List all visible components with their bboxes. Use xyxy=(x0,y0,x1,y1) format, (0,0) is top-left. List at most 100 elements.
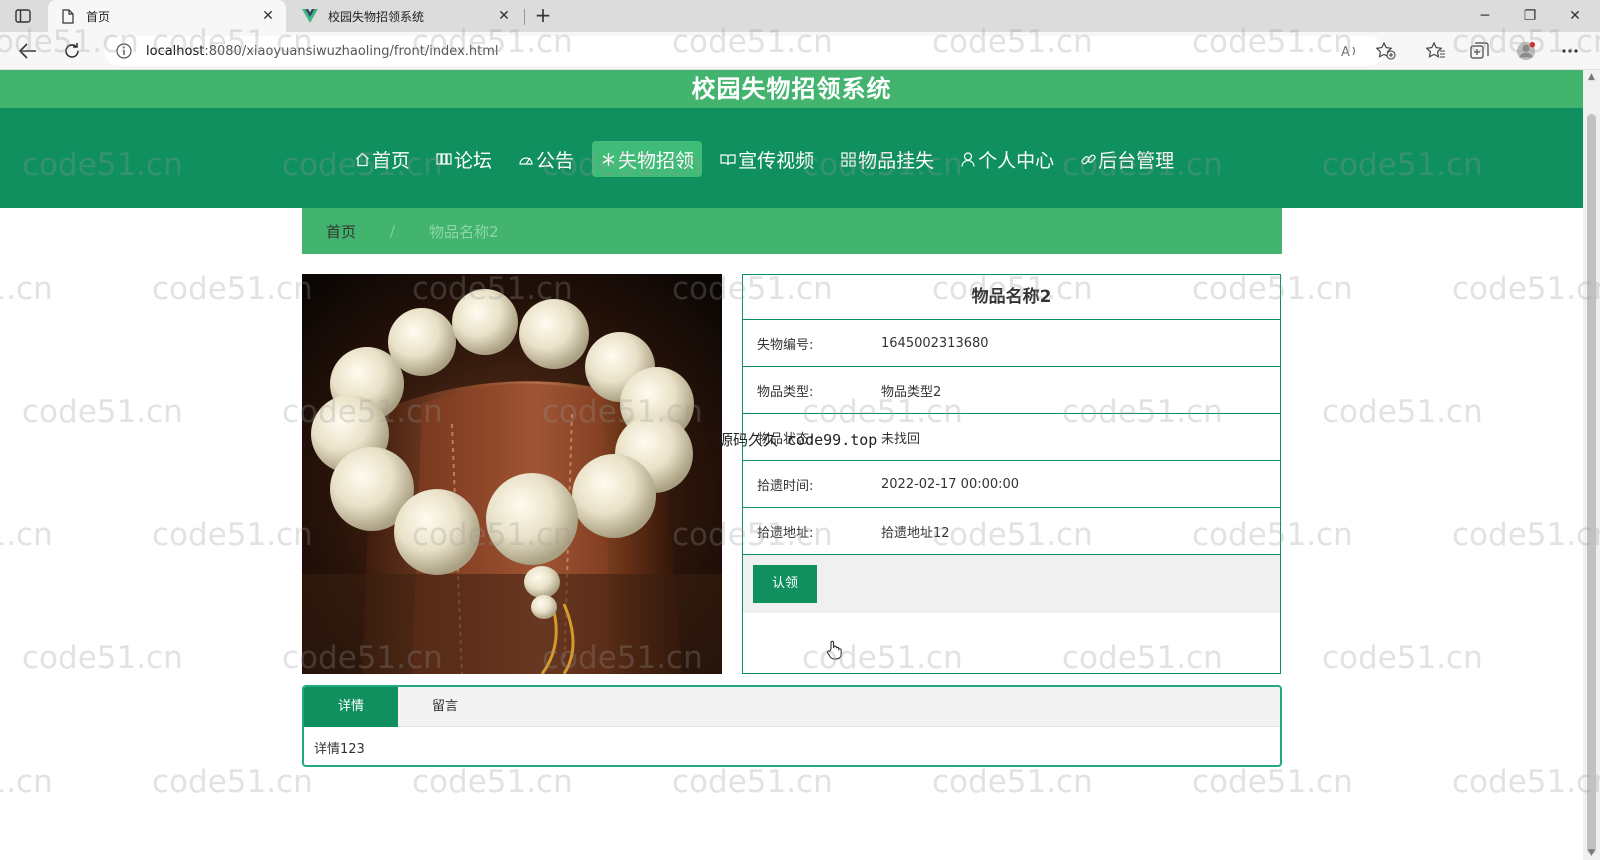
close-icon[interactable]: ✕ xyxy=(258,6,278,26)
watermark: code51.cn xyxy=(152,764,313,800)
field-value: 2022-02-17 00:00:00 xyxy=(881,476,1020,492)
collections-icon[interactable] xyxy=(1470,41,1490,61)
nav-item-profile[interactable]: 个人中心 xyxy=(952,141,1062,177)
breadcrumb-current: 物品名称2 xyxy=(429,222,499,241)
field-value: 未找回 xyxy=(881,431,921,447)
nav-item-home[interactable]: 首页 xyxy=(346,141,418,177)
book-icon xyxy=(720,151,736,167)
watermark: code51.cn xyxy=(1192,764,1353,800)
overlay-watermark: 源码久久 code99.top xyxy=(718,431,878,449)
link-icon xyxy=(1080,151,1096,167)
item-detail-panel: 物品名称2 失物编号: 1645002313680 物品类型: 物品类型2 物品… xyxy=(742,274,1281,674)
watermark: code51.cn xyxy=(22,394,183,430)
read-aloud-icon[interactable]: A xyxy=(1340,41,1360,61)
watermark: code51.cn xyxy=(1452,271,1600,307)
nav-item-report-lost[interactable]: 物品挂失 xyxy=(832,141,942,177)
item-name: 物品名称2 xyxy=(971,287,1052,307)
watermark: code51.cn xyxy=(1322,640,1483,676)
watermark: code51.cn xyxy=(152,271,313,307)
watermark: code51.cn xyxy=(1322,394,1483,430)
page-icon xyxy=(60,8,76,24)
field-value: 物品类型2 xyxy=(881,384,942,400)
nav-item-lost-found[interactable]: 失物招领 xyxy=(592,141,703,177)
field-value: 1645002313680 xyxy=(881,335,989,351)
tab-divider xyxy=(524,9,525,25)
claim-button[interactable]: 认领 xyxy=(753,565,817,603)
scroll-up-icon[interactable]: ▲ xyxy=(1586,72,1597,82)
main-navigation: 首页 论坛 公告 失物招领 宣传视频 物品挂失 个人中心 后台管理 xyxy=(0,108,1583,208)
url-host: localhost xyxy=(146,43,205,59)
page-scrollbar[interactable]: ▲ ▼ xyxy=(1583,70,1600,860)
nav-item-admin[interactable]: 后台管理 xyxy=(1072,141,1182,177)
new-tab-icon[interactable]: + xyxy=(532,5,554,27)
url-path: :8080/xiaoyuansiwuzhaoling/front/index.h… xyxy=(204,43,499,59)
nav-label: 宣传视频 xyxy=(738,149,815,172)
nav-label: 论坛 xyxy=(454,149,493,172)
snowflake-icon xyxy=(600,151,616,167)
detail-tabs-header: 详情 留言 xyxy=(304,687,1280,727)
home-icon xyxy=(354,151,370,167)
watermark: code51.cn xyxy=(1452,764,1600,800)
nav-label: 首页 xyxy=(372,149,411,172)
tab-title: 校园失物招领系统 xyxy=(328,9,425,24)
address-bar-row: localhost:8080/xiaoyuansiwuzhaoling/fron… xyxy=(0,32,1600,70)
profile-avatar[interactable] xyxy=(1516,41,1536,61)
close-icon[interactable]: ✕ xyxy=(494,6,514,26)
nav-item-notice[interactable]: 公告 xyxy=(510,141,582,177)
nav-label: 个人中心 xyxy=(978,149,1055,172)
vue-logo-icon xyxy=(302,8,318,24)
browser-tab-site[interactable]: 校园失物招领系统 ✕ xyxy=(290,0,522,32)
notice-icon xyxy=(518,151,534,167)
breadcrumb-separator: / xyxy=(390,222,396,240)
watermark: code51.cn xyxy=(0,271,53,307)
url-field[interactable]: localhost:8080/xiaoyuansiwuzhaoling/fron… xyxy=(104,36,1384,66)
window-close-icon[interactable]: ✕ xyxy=(1560,4,1590,28)
nav-label: 失物招领 xyxy=(618,149,695,172)
browser-tab-bar: 首页 ✕ 校园失物招领系统 ✕ + ─ ❐ ✕ xyxy=(0,0,1600,32)
minimize-icon[interactable]: ─ xyxy=(1470,4,1500,28)
field-label: 拾遗时间: xyxy=(757,478,814,494)
watermark: code51.cn xyxy=(412,764,573,800)
restore-icon[interactable]: ❐ xyxy=(1515,4,1545,28)
watermark: code51.cn xyxy=(0,517,53,553)
site-title-bar: 校园失物招领系统 xyxy=(0,70,1583,108)
grid-icon xyxy=(840,151,856,167)
field-label: 失物编号: xyxy=(757,337,814,353)
detail-row-item-type: 物品类型: 物品类型2 xyxy=(743,367,1280,414)
tab-title: 首页 xyxy=(86,9,111,24)
watermark: code51.cn xyxy=(672,764,833,800)
refresh-icon[interactable] xyxy=(61,40,83,62)
nav-label: 物品挂失 xyxy=(858,149,935,172)
watermark: code51.cn xyxy=(932,764,1093,800)
watermark: code51.cn xyxy=(152,517,313,553)
field-label: 物品类型: xyxy=(757,384,814,400)
field-value: 拾遗地址12 xyxy=(881,525,950,541)
back-icon[interactable] xyxy=(17,40,39,62)
field-label: 拾遗地址: xyxy=(757,525,814,541)
bead-bracelet-image xyxy=(302,274,722,674)
user-icon xyxy=(960,151,976,167)
tab-details[interactable]: 详情 xyxy=(304,687,398,727)
info-icon[interactable] xyxy=(116,43,132,59)
scroll-down-icon[interactable]: ▼ xyxy=(1586,848,1597,858)
add-favorite-icon[interactable] xyxy=(1376,41,1396,61)
claim-action-area: 认领 xyxy=(743,555,1280,613)
detail-row-found-time: 拾遗时间: 2022-02-17 00:00:00 xyxy=(743,461,1280,508)
forum-icon xyxy=(436,151,452,167)
breadcrumb-home-link[interactable]: 首页 xyxy=(326,221,356,242)
nav-label: 后台管理 xyxy=(1098,149,1175,172)
tab-comments[interactable]: 留言 xyxy=(398,687,492,727)
svg-text:A: A xyxy=(1341,45,1350,59)
item-photo xyxy=(302,274,722,674)
watermark: code51.cn xyxy=(1452,517,1600,553)
watermark: code51.cn xyxy=(0,764,53,800)
browser-tab-home[interactable]: 首页 ✕ xyxy=(48,0,286,32)
nav-item-forum[interactable]: 论坛 xyxy=(428,141,500,177)
favorites-icon[interactable] xyxy=(1426,41,1446,61)
scroll-thumb[interactable] xyxy=(1587,114,1596,854)
site-title: 校园失物招领系统 xyxy=(691,75,892,103)
sidebar-toggle-icon[interactable] xyxy=(14,7,32,25)
nav-item-video[interactable]: 宣传视频 xyxy=(712,141,822,177)
more-menu-icon[interactable] xyxy=(1560,41,1580,61)
hand-cursor-icon xyxy=(826,640,842,660)
